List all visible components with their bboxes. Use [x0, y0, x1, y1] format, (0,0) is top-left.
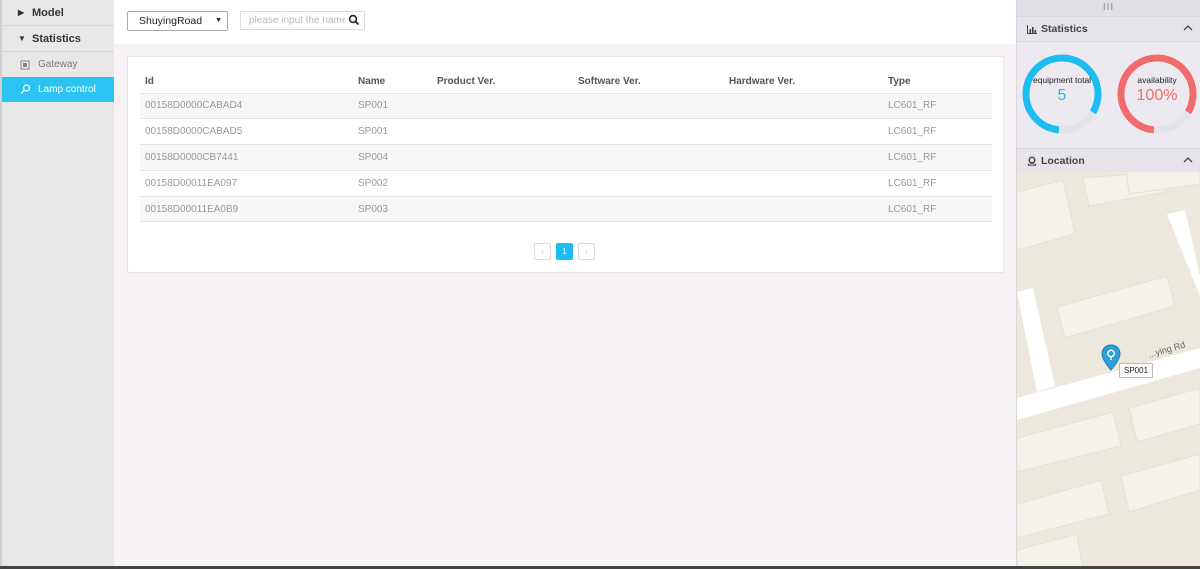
cell-software-ver [573, 196, 724, 223]
cell-type: LC601_RF [883, 170, 992, 197]
table-header-row: Id Name Product Ver. Software Ver. Hardw… [140, 71, 992, 94]
table-row[interactable]: 00158D0000CABAD5 SP001 LC601_RF [140, 118, 992, 146]
table-row[interactable]: 00158D00011EA097 SP002 LC601_RF [140, 170, 992, 197]
statistics-title: Statistics [1041, 23, 1088, 35]
cell-name: SP002 [353, 170, 432, 197]
column-header-hardware-ver[interactable]: Hardware Ver. [724, 71, 883, 94]
cell-hardware-ver [724, 196, 883, 223]
map-marker-label[interactable]: SP001 [1119, 363, 1154, 378]
caret-down-icon: ▼ [18, 34, 26, 43]
road-select-value: ShuyingRoad [139, 15, 203, 27]
toolbar: ShuyingRoad ▼ [114, 0, 1016, 44]
cell-name: SP001 [353, 93, 432, 120]
chevron-up-icon[interactable] [1183, 23, 1193, 35]
nav-group-label: Model [32, 6, 64, 19]
panel-drag-handle[interactable]: III [1017, 0, 1200, 16]
cell-id: 00158D0000CABAD5 [140, 118, 353, 146]
cell-name: SP004 [353, 144, 432, 171]
sidebar-item-label: Gateway [38, 59, 78, 70]
cell-software-ver [573, 93, 724, 120]
dropdown-arrow-icon: ▼ [215, 17, 222, 24]
availability-gauge: availability 100% [1116, 53, 1198, 135]
sidebar-item-gateway[interactable]: Gateway [2, 52, 114, 77]
cell-type: LC601_RF [883, 196, 992, 223]
location-map[interactable]: ...ying Rd SP001 [1017, 172, 1200, 569]
cell-hardware-ver [724, 93, 883, 120]
availability-label: availability [1137, 75, 1177, 85]
cell-type: LC601_RF [883, 118, 992, 146]
prev-page-button[interactable]: ‹ [534, 243, 551, 260]
bar-chart-icon [1027, 24, 1041, 34]
caret-right-icon: ▶ [18, 8, 25, 17]
column-header-software-ver[interactable]: Software Ver. [573, 71, 724, 94]
cell-id: 00158D00011EA0B9 [140, 196, 353, 223]
cell-product-ver [432, 118, 573, 146]
equipment-total-gauge: equipment total 5 [1021, 53, 1103, 135]
cell-id: 00158D0000CB7441 [140, 144, 353, 171]
availability-value: 100% [1136, 87, 1178, 104]
cell-id: 00158D00011EA097 [140, 170, 353, 197]
cell-product-ver [432, 196, 573, 223]
sidebar: ▶ Model ▼ Statistics Gateway Lamp contro… [0, 0, 114, 569]
location-panel-header[interactable]: Location [1017, 148, 1200, 174]
nav-group-statistics[interactable]: ▼ Statistics [2, 26, 114, 51]
statistics-panel-header[interactable]: Statistics [1017, 16, 1200, 42]
cell-type: LC601_RF [883, 93, 992, 120]
location-title: Location [1041, 155, 1085, 167]
sidebar-item-label: Lamp control [38, 84, 96, 95]
cell-software-ver [573, 170, 724, 197]
cell-id: 00158D0000CABAD4 [140, 93, 353, 120]
cell-product-ver [432, 170, 573, 197]
page-1-button[interactable]: 1 [556, 243, 573, 260]
table-row[interactable]: 00158D0000CB7441 SP004 LC601_RF [140, 144, 992, 171]
table-row[interactable]: 00158D0000CABAD4 SP001 LC601_RF [140, 93, 992, 120]
nav-group-model[interactable]: ▶ Model [2, 0, 114, 25]
sidebar-item-lamp-control[interactable]: Lamp control [2, 77, 114, 102]
cell-software-ver [573, 144, 724, 171]
cell-hardware-ver [724, 118, 883, 146]
column-header-name[interactable]: Name [353, 71, 432, 94]
cell-product-ver [432, 93, 573, 120]
cell-hardware-ver [724, 144, 883, 171]
column-header-product-ver[interactable]: Product Ver. [432, 71, 573, 94]
cell-software-ver [573, 118, 724, 146]
search-icon[interactable] [348, 14, 360, 29]
device-table-card: Id Name Product Ver. Software Ver. Hardw… [127, 56, 1004, 273]
pagination: ‹ 1 › [534, 243, 595, 260]
nav-group-label: Statistics [32, 32, 81, 45]
device-table: Id Name Product Ver. Software Ver. Hardw… [140, 71, 992, 223]
chevron-up-icon[interactable] [1183, 155, 1193, 167]
cell-name: SP001 [353, 118, 432, 146]
equipment-total-label: equipment total [1032, 75, 1092, 85]
road-select[interactable]: ShuyingRoad ▼ [127, 11, 228, 31]
equipment-total-value: 5 [1057, 87, 1067, 104]
next-page-button[interactable]: › [578, 243, 595, 260]
cell-hardware-ver [724, 170, 883, 197]
statistics-gauges: equipment total 5 availability 100% [1017, 42, 1200, 148]
chip-icon [20, 60, 38, 70]
right-panel: III Statistics equipment total 5 availab… [1016, 0, 1200, 569]
cell-type: LC601_RF [883, 144, 992, 171]
table-row[interactable]: 00158D00011EA0B9 SP003 LC601_RF [140, 196, 992, 223]
search-box [240, 11, 365, 30]
cell-product-ver [432, 144, 573, 171]
search-input[interactable] [241, 12, 345, 29]
main-content: ShuyingRoad ▼ Id Name Product Ver. Softw… [114, 0, 1016, 569]
cell-name: SP003 [353, 196, 432, 223]
lamp-icon [20, 84, 38, 95]
column-header-type[interactable]: Type [883, 71, 992, 94]
column-header-id[interactable]: Id [140, 71, 353, 94]
map-pin-icon [1027, 156, 1041, 166]
